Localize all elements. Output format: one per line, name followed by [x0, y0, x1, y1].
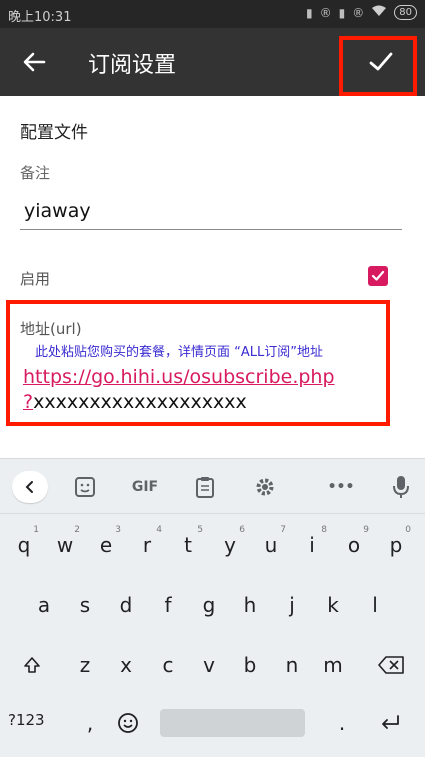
- url-question-mark: ?: [23, 391, 34, 413]
- key-f[interactable]: f: [150, 585, 186, 625]
- address-input-line1[interactable]: https://go.hihi.us/osubscribe.php: [23, 366, 335, 388]
- arrow-left-icon: [23, 52, 46, 72]
- key-k[interactable]: k: [315, 585, 351, 625]
- key-w[interactable]: w2: [47, 525, 83, 565]
- key-v[interactable]: v: [191, 645, 227, 685]
- key-m[interactable]: m: [315, 645, 351, 685]
- gif-button[interactable]: GIF: [128, 475, 162, 499]
- symbols-key[interactable]: ?123: [8, 711, 45, 729]
- keyboard: GIF ••• q1 w2 e3 r4 t5 y6 u7 i8 o9 p0 a …: [0, 458, 425, 757]
- section-title: 配置文件: [20, 123, 88, 143]
- status-icons: ▮ ® ▮ ® 80: [306, 5, 417, 20]
- clipboard-icon: [196, 477, 214, 498]
- key-d[interactable]: d: [108, 585, 144, 625]
- shift-icon: [24, 657, 40, 673]
- keyboard-collapse-button[interactable]: [12, 471, 48, 503]
- key-x[interactable]: x: [108, 645, 144, 685]
- key-u[interactable]: u7: [253, 525, 289, 565]
- comma-key[interactable]: ,: [72, 703, 108, 743]
- key-l[interactable]: l: [357, 585, 393, 625]
- status-bar: 晚上10:31 ▮ ® ▮ ® 80: [0, 0, 425, 28]
- more-button[interactable]: •••: [326, 475, 356, 499]
- key-r[interactable]: r4: [129, 525, 165, 565]
- key-g[interactable]: g: [191, 585, 227, 625]
- key-h[interactable]: h: [232, 585, 268, 625]
- battery-icon: 80: [394, 5, 417, 20]
- key-t[interactable]: t5: [170, 525, 206, 565]
- enter-icon: [382, 715, 399, 729]
- key-p[interactable]: p0: [378, 525, 414, 565]
- shift-key[interactable]: [14, 645, 50, 685]
- clipboard-button[interactable]: [192, 475, 218, 499]
- sticker-button[interactable]: [72, 475, 98, 499]
- key-s[interactable]: s: [67, 585, 103, 625]
- period-key[interactable]: .: [324, 703, 360, 743]
- enable-label: 启用: [20, 270, 51, 288]
- key-o[interactable]: o9: [336, 525, 372, 565]
- key-c[interactable]: c: [150, 645, 186, 685]
- key-e[interactable]: e3: [88, 525, 124, 565]
- check-icon: [371, 270, 385, 281]
- chevron-left-icon: [25, 481, 33, 493]
- note-label: 备注: [20, 164, 51, 182]
- keyboard-toolbar: GIF •••: [0, 459, 425, 514]
- signal-icon: ▮: [338, 5, 346, 20]
- page-title: 订阅设置: [88, 53, 177, 78]
- key-a[interactable]: a: [26, 585, 62, 625]
- key-z[interactable]: z: [67, 645, 103, 685]
- key-i[interactable]: i8: [294, 525, 330, 565]
- gear-icon: [256, 478, 274, 496]
- settings-button[interactable]: [252, 475, 278, 499]
- address-input-line2[interactable]: ?xxxxxxxxxxxxxxxxxxx: [23, 391, 247, 413]
- status-time: 晚上10:31: [8, 10, 72, 25]
- backspace-icon: [378, 656, 404, 674]
- emoji-icon: [118, 713, 138, 733]
- r-icon: ®: [352, 5, 365, 20]
- space-key[interactable]: [160, 709, 305, 737]
- note-input[interactable]: yiaway: [24, 200, 91, 222]
- microphone-icon: [393, 476, 409, 498]
- sticker-icon: [75, 477, 95, 497]
- key-y[interactable]: y6: [212, 525, 248, 565]
- voice-input-button[interactable]: [390, 475, 412, 499]
- enable-checkbox[interactable]: [368, 266, 388, 286]
- signal-icon: ▮: [306, 5, 313, 20]
- url-tail: xxxxxxxxxxxxxxxxxxx: [33, 391, 247, 413]
- enter-key[interactable]: [372, 703, 408, 743]
- highlight-box-confirm: [339, 36, 417, 96]
- emoji-key[interactable]: [110, 703, 146, 743]
- back-button[interactable]: [18, 46, 50, 78]
- wifi-icon: [371, 5, 387, 20]
- annotation-text: 此处粘贴您购买的套餐，详情页面 “ALL订阅”地址: [35, 345, 323, 360]
- backspace-key[interactable]: [370, 645, 412, 685]
- key-b[interactable]: b: [232, 645, 268, 685]
- key-q[interactable]: q1: [6, 525, 42, 565]
- key-j[interactable]: j: [274, 585, 310, 625]
- key-n[interactable]: n: [274, 645, 310, 685]
- note-input-underline: [20, 229, 402, 230]
- r-icon: ®: [319, 5, 332, 20]
- address-label: 地址(url): [20, 320, 82, 338]
